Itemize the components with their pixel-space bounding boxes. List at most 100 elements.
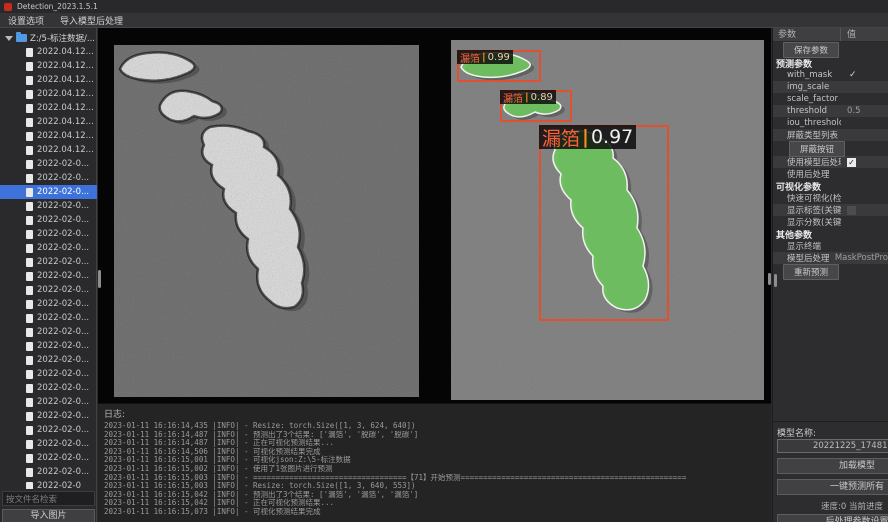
param-row-model-postprocessor[interactable]: 模型后处理器 MaskPostPro [773, 252, 888, 264]
tree-file-item[interactable]: 2022.04.12... [0, 115, 97, 129]
tree-file-item[interactable]: 2022-02-0... [0, 311, 97, 325]
import-images-button[interactable]: 导入图片 [2, 509, 95, 522]
param-row-mask-type-list[interactable]: 屏蔽类型列表 [773, 129, 888, 141]
tree-file-item[interactable]: 2022.04.12... [0, 101, 97, 115]
save-params-button[interactable]: 保存参数 [783, 42, 839, 58]
tree-file-item[interactable]: 2022-02-0... [0, 409, 97, 423]
param-row-scale-factor[interactable]: scale_factor [773, 93, 888, 105]
mask-button[interactable]: 屏蔽按钮 [789, 141, 845, 157]
file-icon [26, 356, 33, 365]
tree-file-item[interactable]: 2022-02-0... [0, 353, 97, 367]
file-icon [26, 48, 33, 57]
prediction-image-canvas[interactable]: 漏箔 | 0.99 漏箔 | 0.89 漏箔 | 0.97 [451, 40, 764, 400]
tree-file-item[interactable]: 2022-02-0... [0, 339, 97, 353]
param-row-fast-visualization[interactable]: 快速可视化(检测) [773, 192, 888, 204]
tree-file-item[interactable]: 2022-02-0... [0, 465, 97, 479]
tree-file-item[interactable]: 2022-02-0... [0, 157, 97, 171]
tree-file-item[interactable]: 2022-02-0... [0, 241, 97, 255]
param-row-threshold[interactable]: threshold 0.5 [773, 105, 888, 117]
tree-file-label: 2022-02-0... [37, 201, 89, 211]
tree-file-label: 2022.04.12... [37, 47, 94, 57]
tree-file-item[interactable]: 2022.04.12... [0, 73, 97, 87]
param-row-show-labels[interactable]: 显示标签(关键点) [773, 204, 888, 216]
tree-file-item[interactable]: 2022-02-0... [0, 255, 97, 269]
params-header-name: 参数 [773, 28, 841, 41]
tree-file-item[interactable]: 2022.04.12... [0, 129, 97, 143]
original-image-canvas[interactable] [114, 45, 419, 397]
filename-search-input[interactable] [2, 491, 95, 506]
tree-file-item[interactable]: 2022.04.12... [0, 45, 97, 59]
tree-file-label: 2022-02-0... [37, 383, 89, 393]
tree-file-item[interactable]: 2022-02-0... [0, 185, 97, 199]
tree-file-item[interactable]: 2022-02-0... [0, 213, 97, 227]
file-icon [26, 118, 33, 127]
menu-item-settings[interactable]: 设置选项 [8, 14, 44, 27]
viewer-right-scrollbar[interactable] [768, 273, 771, 285]
checkbox-empty-icon[interactable] [847, 206, 856, 215]
postprocess-settings-button[interactable]: 后处理参数设置 [777, 514, 888, 522]
tree-file-label: 2022.04.12... [37, 103, 94, 113]
checkbox-checked-icon[interactable]: ✓ [847, 158, 856, 167]
section-visualization-params: 可视化参数 [773, 180, 888, 192]
param-row-iou-threshold[interactable]: iou_threshold [773, 117, 888, 129]
file-icon [26, 314, 33, 323]
log-panel[interactable]: 日志: 2023-01-11 16:16:14,435 |INFO| - Res… [98, 403, 771, 522]
tree-file-label: 2022.04.12... [37, 117, 94, 127]
detection-class-name: 漏箔 [460, 50, 480, 65]
model-name-field[interactable]: 20221225_174813... [777, 439, 888, 453]
tree-file-label: 2022-02-0... [37, 187, 89, 197]
mask-button-row: 屏蔽按钮 [773, 141, 888, 156]
tree-file-item[interactable]: 2022-02-0... [0, 437, 97, 451]
tree-file-label: 2022-02-0... [37, 397, 89, 407]
tree-file-item[interactable]: 2022-02-0... [0, 171, 97, 185]
tree-file-item[interactable]: 2022-02-0 [0, 479, 97, 489]
file-icon [26, 202, 33, 211]
tree-file-item[interactable]: 2022-02-0... [0, 451, 97, 465]
predict-all-button[interactable]: 一键预测所有 [777, 479, 888, 495]
tree-file-item[interactable]: 2022-02-0... [0, 297, 97, 311]
param-row-use-model-postprocess[interactable]: 使用模型后处理 ✓ [773, 156, 888, 168]
tree-file-item[interactable]: 2022-02-0... [0, 381, 97, 395]
tree-file-item[interactable]: 2022-02-0... [0, 227, 97, 241]
tree-file-item[interactable]: 2022.04.12... [0, 59, 97, 73]
tree-file-item[interactable]: 2022-02-0... [0, 283, 97, 297]
tree-file-item[interactable]: 2022-02-0... [0, 199, 97, 213]
tree-file-item[interactable]: 2022.04.12... [0, 143, 97, 157]
param-row-show-terminal[interactable]: 显示终端 [773, 240, 888, 252]
viewer-left-scrollbar[interactable] [98, 270, 101, 288]
params-header-value: 值 [841, 28, 856, 41]
load-model-button[interactable]: 加载模型 [777, 458, 888, 474]
param-row-use-postprocess[interactable]: 使用后处理 [773, 168, 888, 180]
tree-file-label: 2022-02-0... [37, 159, 89, 169]
tree-file-label: 2022-02-0... [37, 467, 89, 477]
section-predict-params: 预测参数 [773, 57, 888, 69]
file-icon [26, 370, 33, 379]
file-tree-panel: Z:/5-标注数据/... 2022.04.12... 2022.04.12..… [0, 28, 97, 522]
chevron-down-icon[interactable] [5, 36, 13, 41]
file-icon [26, 76, 33, 85]
folder-icon [16, 34, 27, 42]
detection-score: 0.97 [591, 126, 633, 148]
param-row-with-mask[interactable]: with_mask ✓ [773, 69, 888, 81]
tree-file-label: 2022.04.12... [37, 145, 94, 155]
file-icon [26, 230, 33, 239]
tree-root-folder[interactable]: Z:/5-标注数据/... [0, 31, 97, 45]
tree-file-item[interactable]: 2022-02-0... [0, 269, 97, 283]
tree-file-label: 2022.04.12... [37, 61, 94, 71]
file-icon [26, 132, 33, 141]
tree-file-label: 2022-02-0... [37, 327, 89, 337]
param-row-img-scale[interactable]: img_scale [773, 81, 888, 93]
param-row-show-scores[interactable]: 显示分数(关键点) [773, 216, 888, 228]
file-icon [26, 482, 33, 490]
tree-file-item[interactable]: 2022-02-0... [0, 423, 97, 437]
parameters-panel: 参数 值 保存参数 预测参数 with_mask ✓ img_scale sca… [772, 28, 888, 522]
file-tree[interactable]: Z:/5-标注数据/... 2022.04.12... 2022.04.12..… [0, 31, 97, 489]
params-scrollbar[interactable] [774, 274, 777, 287]
detection-score: 0.99 [488, 52, 510, 63]
menu-item-import-postprocess[interactable]: 导入模型后处理 [60, 14, 123, 27]
repredict-button[interactable]: 重新预测 [783, 264, 839, 280]
tree-file-item[interactable]: 2022-02-0... [0, 325, 97, 339]
tree-file-item[interactable]: 2022-02-0... [0, 367, 97, 381]
tree-file-item[interactable]: 2022.04.12... [0, 87, 97, 101]
tree-file-item[interactable]: 2022-02-0... [0, 395, 97, 409]
